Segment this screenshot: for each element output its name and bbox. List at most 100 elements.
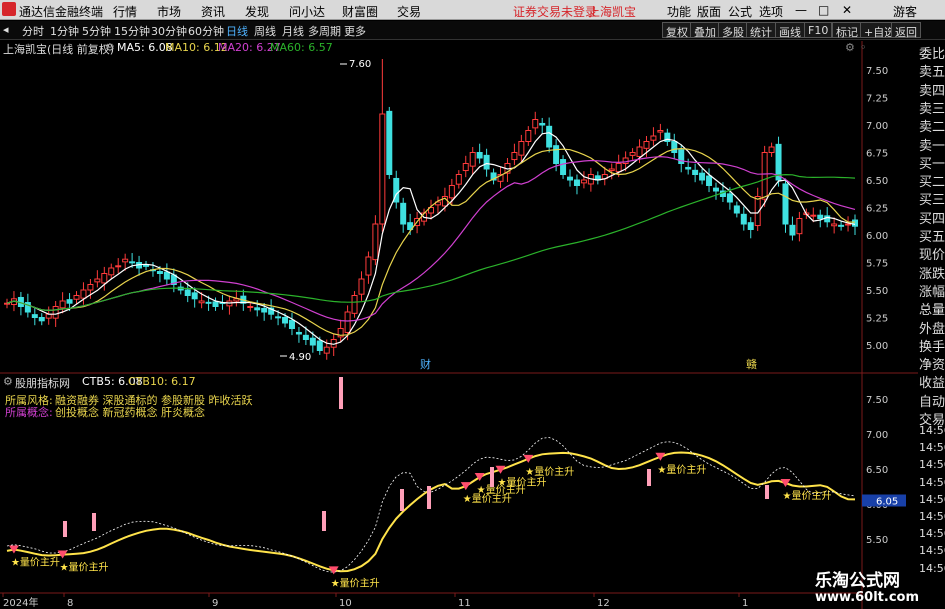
side-panel-item[interactable]: 总量 <box>919 299 945 318</box>
button-multi[interactable]: 多股 <box>718 22 748 39</box>
menu-item[interactable]: 市场 <box>157 3 181 20</box>
candle-body <box>824 215 831 223</box>
indicator-settings-icon[interactable]: ⚙ <box>3 375 13 389</box>
menu-item[interactable]: 行情 <box>113 3 137 20</box>
menu-function[interactable]: 功能 <box>667 3 691 20</box>
side-panel-item[interactable]: 14:56 <box>919 562 945 575</box>
candle-body <box>247 306 254 308</box>
menu-item[interactable]: 资讯 <box>201 3 225 20</box>
side-panel-item[interactable]: 现价 <box>919 244 945 263</box>
period-tab[interactable]: 分时 <box>22 23 44 39</box>
side-panel-item[interactable]: 卖二 <box>919 116 945 135</box>
side-panel-item[interactable]: 自动 <box>919 391 945 410</box>
period-tab[interactable]: 1分钟 <box>50 23 79 39</box>
event-marker-gan[interactable]: 赣 <box>746 357 757 371</box>
candle-body <box>386 110 393 175</box>
candle-body <box>615 163 622 173</box>
period-tab[interactable]: 15分钟 <box>114 23 150 39</box>
ctb10-value: CTB10: 6.17 <box>128 375 196 388</box>
candle-body <box>553 145 560 164</box>
side-panel-item[interactable]: 买三 <box>919 189 945 208</box>
menu-options[interactable]: 选项 <box>759 3 783 20</box>
price-axis-label: 5.25 <box>866 314 888 325</box>
side-panel-item[interactable]: 买四 <box>919 208 945 227</box>
current-value-text: 6.05 <box>876 497 898 508</box>
minimize-icon[interactable]: — <box>795 3 807 17</box>
candle-body <box>163 271 170 280</box>
side-panel-item[interactable]: 买二 <box>919 171 945 190</box>
side-panel-item[interactable]: 14:56 <box>919 441 945 454</box>
candle-body <box>108 267 115 276</box>
side-panel-item[interactable]: 14:56 <box>919 510 945 523</box>
candle-body <box>636 146 643 157</box>
button-overlay[interactable]: 叠加 <box>690 22 720 39</box>
side-panel-item[interactable]: 卖一 <box>919 135 945 154</box>
event-marker-financial[interactable]: 财 <box>420 357 431 371</box>
button-stats[interactable]: 统计 <box>746 22 776 39</box>
side-panel-item[interactable]: 卖五 <box>919 61 945 80</box>
menu-item[interactable]: 财富圈 <box>342 3 378 20</box>
price-axis-label: 6.00 <box>866 231 888 242</box>
side-panel-item[interactable]: 买五 <box>919 226 945 245</box>
watermark-title: 乐淘公式网 <box>815 571 900 591</box>
menu-item[interactable]: 问小达 <box>289 3 325 20</box>
volume-bar <box>490 467 494 487</box>
low-price-label: 4.90 <box>289 352 311 363</box>
candle-body <box>657 130 664 133</box>
candle-body <box>94 278 101 283</box>
close-icon[interactable]: ✕ <box>842 3 852 17</box>
period-tab[interactable]: 60分钟 <box>188 23 224 39</box>
period-tab[interactable]: 周线 <box>254 23 276 39</box>
side-panel-item[interactable]: 涨跌 <box>919 263 945 282</box>
more-periods[interactable]: 更多 <box>344 23 366 39</box>
candle-body <box>782 183 789 225</box>
settings-gear-icon[interactable]: ⚙ <box>105 41 115 55</box>
candle-body <box>372 223 379 261</box>
menu-formula[interactable]: 公式 <box>728 3 752 20</box>
side-panel-item[interactable]: 14:56 <box>919 527 945 540</box>
price-axis-label: 7.00 <box>866 121 888 132</box>
chart-close-icon[interactable]: ◦ <box>860 41 867 55</box>
candle-body <box>80 289 87 299</box>
chart-settings-icon[interactable]: ⚙ <box>845 41 855 55</box>
side-panel-item[interactable]: 净资 <box>919 354 945 373</box>
candle-body <box>295 331 302 335</box>
button-adjust[interactable]: 复权 <box>662 22 692 39</box>
kline-chart[interactable]: 7.50 7.25 7.00 6.75 6.50 6.25 6.00 5.75 5.50 5.25… <box>0 41 918 609</box>
period-tab[interactable]: 5分钟 <box>82 23 111 39</box>
menu-item[interactable]: 发现 <box>245 3 269 20</box>
side-panel-item[interactable]: 买一 <box>919 153 945 172</box>
side-panel-item[interactable]: 委比 <box>919 43 945 62</box>
guest-label[interactable]: 游客 <box>893 3 917 20</box>
button-draw[interactable]: 画线 <box>775 22 805 39</box>
side-panel-item[interactable]: 14:56 <box>919 458 945 471</box>
side-panel-item[interactable]: 收益 <box>919 372 945 391</box>
login-notice[interactable]: 证券交易未登录 <box>513 3 597 20</box>
candle-body <box>699 172 706 181</box>
chevron-icon[interactable]: ◂ <box>3 23 9 36</box>
side-panel-item[interactable]: 14:56 <box>919 544 945 557</box>
period-tab[interactable]: 30分钟 <box>151 23 187 39</box>
period-tab[interactable]: 多周期 <box>308 23 341 39</box>
side-panel-item[interactable]: 14:56 <box>919 493 945 506</box>
side-panel-item[interactable]: 涨幅 <box>919 281 945 300</box>
side-panel-item[interactable]: 14:56 <box>919 476 945 489</box>
button-back[interactable]: 返回 <box>891 22 921 39</box>
maximize-icon[interactable]: □ <box>818 3 829 17</box>
button-mark[interactable]: 标记 <box>832 22 862 39</box>
candle-body <box>622 157 629 164</box>
side-panel-item[interactable]: 卖三 <box>919 98 945 117</box>
candle-body <box>525 130 532 142</box>
period-tab[interactable]: 月线 <box>282 23 304 39</box>
candle-body <box>323 346 330 354</box>
candle-body <box>358 278 365 295</box>
side-panel-item[interactable]: 换手 <box>919 336 945 355</box>
side-panel-item[interactable]: 14:56 <box>919 424 945 437</box>
period-tab-selected[interactable]: 日线 <box>226 23 248 39</box>
menu-item[interactable]: 交易 <box>397 3 421 20</box>
side-panel-item[interactable]: 卖四 <box>919 80 945 99</box>
menu-layout[interactable]: 版面 <box>697 3 721 20</box>
button-f10[interactable]: F10 <box>804 22 833 38</box>
side-panel-item[interactable]: 外盘 <box>919 318 945 337</box>
indicator-axis-label: 5.50 <box>866 535 888 546</box>
